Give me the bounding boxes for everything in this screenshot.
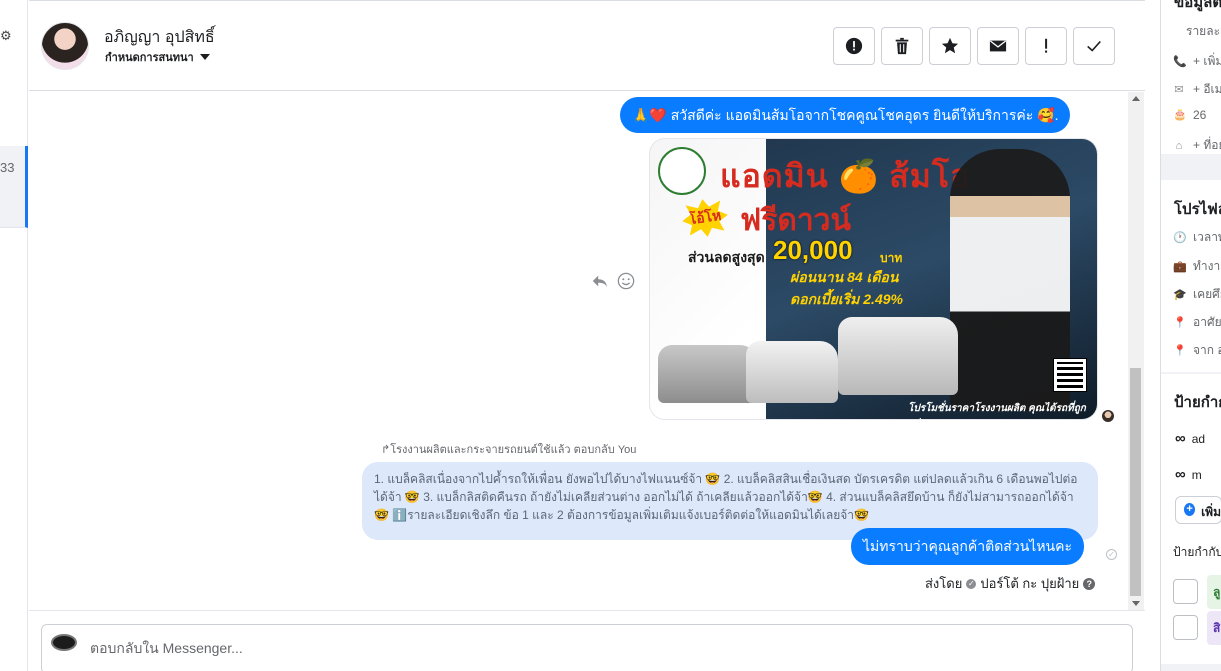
birthday-row: 🎂 26 [1173,108,1207,122]
ad-footer-text: โปรโมชั่นราคาโรงงานผลิต คุณได้รถที่ถูกกว… [908,403,1086,419]
message-thread: 🙏❤️ สวัสดีค่ะ แอดมินส้มโอจากโชคคูณโชคอุด… [29,92,1145,610]
sent-by-label: ส่งโดย [925,576,963,591]
contact-details-label: รายละเอียด [1186,24,1221,38]
spam-icon [845,37,863,55]
meta-logo-icon: ∞ [1175,430,1186,447]
sent-by-line: ส่งโดย ✓ ปอร์โต้ กะ ปุยฝ้าย ? [925,573,1096,594]
car-white-pickup [746,341,838,403]
label-checkbox-1[interactable] [1173,579,1198,604]
profile-row-from: 📍จาก อุดร [1173,343,1221,357]
ad-discount-unit: บาท [880,251,903,265]
reply-icon[interactable] [591,272,609,290]
star-button[interactable] [929,27,971,65]
profile-row-time: 🕐เวลาท้องถิ่น [1173,230,1221,244]
profile-row-lives: 📍อาศัยอยู่ที่ [1173,315,1221,329]
message-actions [591,272,635,290]
thread-scrollbar[interactable] [1128,92,1144,610]
ad-title: แอดมิน 🍊 ส้มโอ [720,158,971,194]
home-icon: ⌂ [1175,139,1183,152]
ad-interest: ดอกเบี้ยเริ่ม 2.49% [790,291,903,307]
spam-button[interactable] [833,27,875,65]
conversation-list: ⚙ 33 [0,0,28,671]
star-icon [941,37,959,54]
qr-code [1053,358,1087,392]
contact-info-card: ข้อมูลติดต่อ รายละเอียด 📞+ เพิ่มหมายเลขโ… [1161,0,1221,154]
message-bubble-greeting[interactable]: 🙏❤️ สวัสดีค่ะ แอดมินส้มโอจากโชคคูณโชคอุด… [620,97,1071,133]
label-chip-2[interactable]: สิ [1207,611,1221,645]
promo-burst-badge: โอ้โห [680,196,731,240]
verified-icon: ✓ [966,578,977,589]
graduation-cap-icon: 🎓 [1173,288,1187,301]
phone-row[interactable]: 📞+ เพิ่มหมายเลขโทรศัพท์ [1173,52,1221,71]
help-icon[interactable]: ? [1083,577,1096,590]
mark-done-button[interactable] [1073,27,1115,65]
briefcase-icon: 💼 [1173,260,1187,273]
assign-label: กำหนดการสนทนา [105,52,194,64]
avatar[interactable] [41,22,89,70]
message-bubble-question[interactable]: ไม่ทราบว่าคุณลูกค้าติดส่วนไหนคะ [851,528,1085,565]
promo-image-message[interactable]: แอดมิน 🍊 ส้มโอ โอ้โห ฟรีดาวน์ ส่วนลดสูงส… [649,138,1098,420]
email-row[interactable]: ✉+ อีเมล [1173,80,1221,99]
address-row[interactable]: ⌂+ ที่อยู่ [1173,136,1221,155]
scroll-up-arrow-icon[interactable] [1132,96,1140,101]
ad-discount-amount: 20,000 [773,235,853,265]
car-white-pickup-cage [838,317,958,395]
checkmark-icon [1087,40,1101,52]
location-pin-icon: 📍 [1173,316,1187,329]
trash-icon [895,37,909,55]
label-chip-1[interactable]: ลู [1207,575,1221,609]
delete-button[interactable] [881,27,923,65]
cake-icon: 🎂 [1173,109,1187,121]
profile-card: โปรไฟล์ 🕐เวลาท้องถิ่น 💼ทำงานที่ 🎓เคยศึกษ… [1161,180,1221,372]
add-label-button[interactable]: + เพิ่ม [1175,496,1221,524]
page-avatar [51,634,77,651]
messenger-inbox: ⚙ 33 อภิญญา อุปสิทธิ์ กำหนดการสนทนา 🙏❤️ … [0,0,1221,671]
car-silver-hatchback [658,345,758,403]
meta-ads-row-2[interactable]: ∞ m [1175,466,1202,483]
phone-icon: 📞 [1173,55,1187,68]
exclamation-icon [1045,38,1048,53]
composer-area: ตอบกลับใน Messenger... [29,610,1145,671]
labels-subsection-title: ป้ายกำกับ [1173,545,1221,559]
follow-up-button[interactable] [1025,27,1067,65]
header-toolbar [833,27,1115,65]
meta-ads-row-1[interactable]: ∞ ad [1175,430,1205,447]
dealer-logo [658,147,706,195]
ad-discount-label: ส่วนลดสูงสุด [688,249,765,265]
caret-down-icon [199,54,210,60]
contact-section-title: ข้อมูลติดต่อ [1174,0,1221,11]
profile-section-title: โปรไฟล์ [1174,201,1221,218]
conversation-list-item-selected[interactable]: 33 [0,146,28,228]
meta-logo-icon: ∞ [1175,466,1186,483]
unread-count: 33 [0,160,15,175]
scroll-down-arrow-icon[interactable] [1132,601,1140,606]
conversation-header: อภิญญา อุปสิทธิ์ กำหนดการสนทนา [29,0,1145,91]
scroll-thumb[interactable] [1130,368,1141,596]
reply-placeholder: ตอบกลับใน Messenger... [90,640,243,656]
labels-section-title: ป้ายกำกับ [1174,394,1221,411]
settings-icon[interactable]: ⚙ [0,28,12,44]
plus-icon: + [1184,503,1196,516]
envelope-icon [989,40,1007,52]
assign-conversation-dropdown[interactable]: กำหนดการสนทนา [105,48,210,66]
profile-row-work: 💼ทำงานที่ [1173,259,1221,273]
clock-icon: 🕐 [1173,231,1187,244]
mark-unread-button[interactable] [977,27,1019,65]
reply-meta: ↱โรงงานผลิตและกระจายรถยนต์ใช้แล้ว ตอบกลั… [381,444,637,456]
ad-installment: ผ่อนนาน 84 เดือน [790,269,899,285]
contact-name[interactable]: อภิญญา อุปสิทธิ์ [104,25,215,50]
sender-name[interactable]: ปอร์โต้ กะ ปุยฝ้าย [980,573,1079,594]
seen-avatar [1102,410,1114,422]
sent-check-icon: ✓ [1106,549,1117,560]
email-icon: ✉ [1174,83,1184,96]
model-figure [950,149,1070,411]
location-pin-icon: 📍 [1173,344,1187,357]
label-checkbox-2[interactable] [1173,615,1198,640]
contact-details-panel: ข้อมูลติดต่อ รายละเอียด 📞+ เพิ่มหมายเลขโ… [1160,0,1221,671]
reply-input[interactable]: ตอบกลับใน Messenger... [41,624,1133,671]
profile-row-education: 🎓เคยศึกษาที่ [1173,287,1221,301]
emoji-reaction-icon[interactable] [617,272,635,290]
